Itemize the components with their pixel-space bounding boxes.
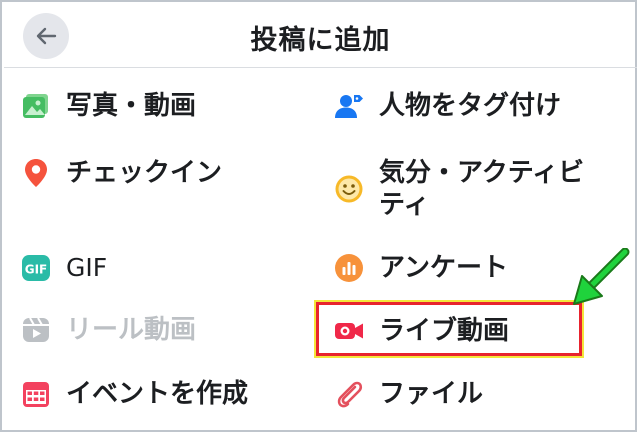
option-label: イベントを作成 <box>66 379 249 409</box>
tag-people-icon <box>333 90 365 122</box>
calendar-icon <box>20 378 52 410</box>
reel-icon <box>20 314 52 346</box>
option-label: アンケート <box>379 253 508 283</box>
photo-icon <box>20 90 52 122</box>
option-reel: リール動画 <box>20 314 196 346</box>
option-check-in[interactable]: チェックイン <box>20 157 222 189</box>
highlight-box <box>314 300 584 358</box>
option-poll[interactable]: アンケート <box>333 252 508 284</box>
option-label: リール動画 <box>66 315 197 345</box>
option-feeling-activity[interactable]: 気分・アクティビ ティ <box>333 157 584 221</box>
option-label: チェックイン <box>66 158 223 188</box>
smiley-icon <box>333 173 365 205</box>
option-create-event[interactable]: イベントを作成 <box>20 378 248 410</box>
option-file[interactable]: ファイル <box>333 378 483 410</box>
option-label: ファイル <box>379 379 484 409</box>
option-label: 写真・動画 <box>66 91 197 121</box>
option-tag-people[interactable]: 人物をタグ付け <box>333 90 561 122</box>
dialog-title: 投稿に追加 <box>250 25 391 56</box>
gif-icon: GIF <box>20 252 52 284</box>
option-label: GIF <box>66 253 108 282</box>
pointer-arrow-icon <box>573 248 630 305</box>
location-pin-icon <box>20 157 52 189</box>
option-label: 人物をタグ付け <box>379 91 562 121</box>
poll-icon <box>333 252 365 284</box>
option-label-line2: ティ <box>379 190 430 220</box>
option-photo-video[interactable]: 写真・動画 <box>20 90 196 122</box>
dialog-header: 投稿に追加 <box>4 4 637 68</box>
paperclip-icon <box>333 378 365 410</box>
svg-text:GIF: GIF <box>25 263 48 277</box>
option-label-line1: 気分・アクティビ <box>379 158 585 188</box>
option-label: 気分・アクティビ ティ <box>379 157 584 221</box>
option-gif[interactable]: GIF GIF <box>20 252 107 284</box>
